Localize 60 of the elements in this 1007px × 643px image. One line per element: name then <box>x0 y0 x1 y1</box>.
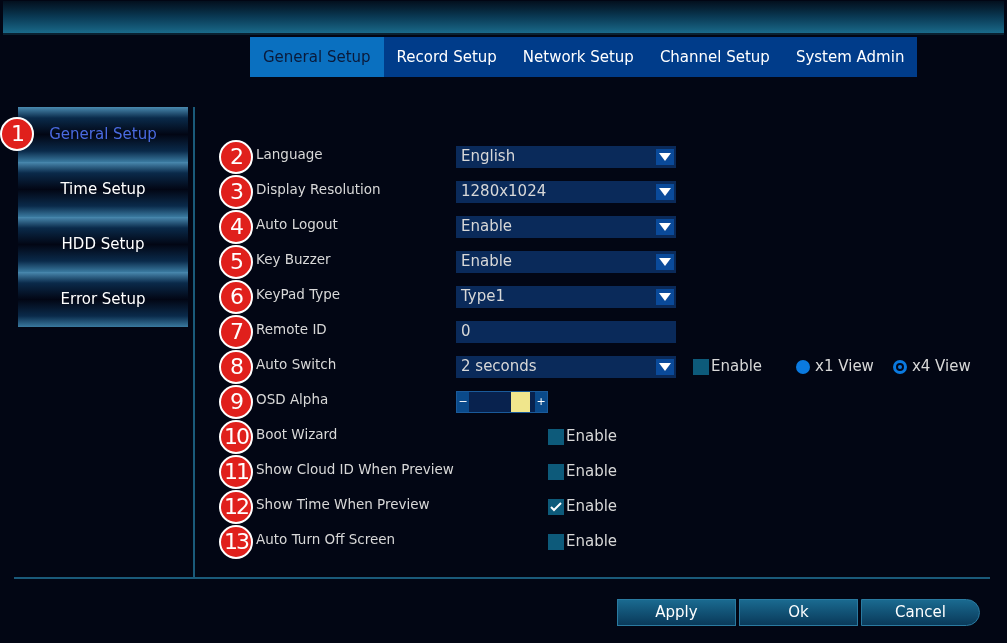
checkbox[interactable] <box>548 533 564 550</box>
sidebar-item[interactable]: HDD Setup <box>18 217 188 272</box>
dropdown[interactable]: 2 seconds <box>456 355 676 378</box>
setting-label: KeyPad Type <box>256 284 342 303</box>
setting-label: OSD Alpha <box>256 389 330 408</box>
number-badge: 3 <box>219 174 253 209</box>
dropdown[interactable]: Enable <box>456 250 676 273</box>
dialog-button[interactable]: Apply <box>617 599 736 626</box>
checkbox[interactable] <box>548 498 564 515</box>
tab[interactable]: Channel Setup <box>646 37 783 77</box>
checkbox[interactable] <box>548 463 564 480</box>
checkbox-label: Enable <box>566 461 618 483</box>
dropdown[interactable]: Enable <box>456 215 676 238</box>
number-badge: 6 <box>219 279 253 314</box>
checkbox-label: Enable <box>566 426 618 448</box>
sidebar-item[interactable]: Time Setup <box>18 162 188 217</box>
dialog-button[interactable]: Cancel <box>861 599 980 626</box>
dropdown[interactable]: 1280x1024 <box>456 180 676 203</box>
number-badge: 4 <box>219 209 253 244</box>
tab[interactable]: Record Setup <box>383 37 510 77</box>
number-badge: 1 <box>0 117 34 151</box>
number-badge: 2 <box>219 139 253 174</box>
setting-label: Language <box>256 144 324 163</box>
setting-label: Remote ID <box>256 319 328 338</box>
input-field[interactable]: 0 <box>456 320 676 343</box>
checkbox-label: Enable <box>566 531 618 553</box>
slider-thumb[interactable] <box>511 391 531 412</box>
number-badge: 7 <box>219 314 253 349</box>
checkbox-label: Enable <box>711 356 763 378</box>
radio-label: x1 View <box>815 356 874 378</box>
dialog-button[interactable]: Ok <box>739 599 858 626</box>
setting-label: Key Buzzer <box>256 249 332 268</box>
dropdown[interactable]: Type1 <box>456 285 676 308</box>
number-badge: 8 <box>219 349 253 384</box>
setting-label: Auto Turn Off Screen <box>256 529 397 548</box>
sidebar-item[interactable]: Error Setup <box>18 272 188 327</box>
radio-button[interactable] <box>892 359 907 374</box>
minus-button[interactable]: − <box>457 391 469 412</box>
checkbox[interactable] <box>693 358 709 375</box>
tab[interactable]: Network Setup <box>509 37 647 77</box>
number-badge: 10 <box>219 419 253 454</box>
dropdown[interactable]: English <box>456 145 676 168</box>
checkbox[interactable] <box>548 428 564 445</box>
radio-label: x4 View <box>911 356 971 378</box>
checkbox-label: Enable <box>566 496 618 518</box>
setting-label: Display Resolution <box>256 179 382 198</box>
check-icon <box>550 500 562 513</box>
number-badge: 9 <box>219 384 253 419</box>
number-badge: 5 <box>219 244 253 279</box>
radio-button[interactable] <box>796 359 811 374</box>
setting-label: Auto Switch <box>256 354 338 373</box>
number-badge: 11 <box>219 454 253 489</box>
tab[interactable]: System Admin <box>782 37 918 77</box>
setting-label: Show Cloud ID When Preview <box>256 459 455 478</box>
number-badge: 12 <box>219 489 253 524</box>
plus-button[interactable]: + <box>535 391 547 412</box>
setting-label: Auto Logout <box>256 214 339 233</box>
number-badge: 13 <box>219 524 253 559</box>
setting-label: Boot Wizard <box>256 424 339 443</box>
setting-label: Show Time When Preview <box>256 494 431 513</box>
